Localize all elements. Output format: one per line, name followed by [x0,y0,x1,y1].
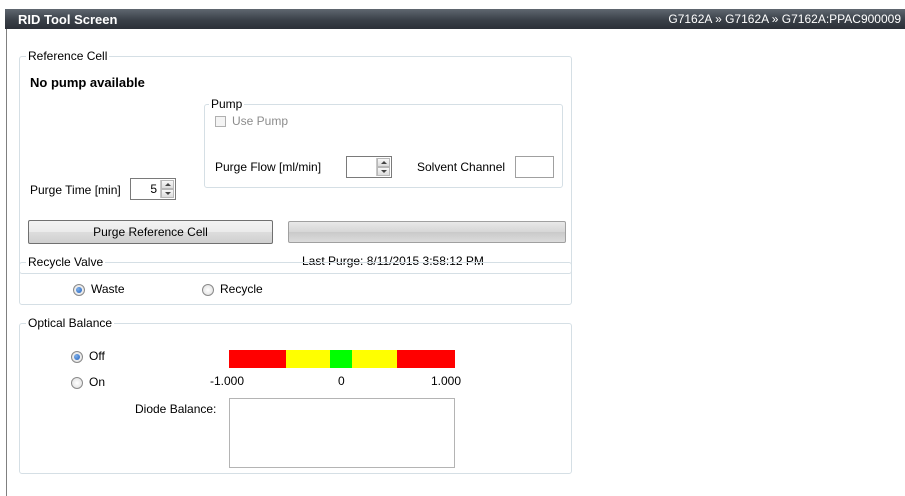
purge-time-down-button[interactable] [161,189,174,198]
purge-time-stepper[interactable]: 5 [130,178,176,200]
window-title: RID Tool Screen [18,12,118,27]
balance-scale-max: 1.000 [431,374,462,388]
optical-balance-on-label: On [89,375,106,389]
use-pump-label: Use Pump [232,114,289,128]
purge-flow-down-button[interactable] [377,167,390,176]
purge-reference-cell-button[interactable]: Purge Reference Cell [28,220,273,244]
balance-scale-mid: 0 [338,374,345,388]
purge-flow-label: Purge Flow [ml/min] [215,160,322,174]
recycle-radio[interactable] [202,284,214,296]
waste-radio[interactable] [73,284,85,296]
waste-label: Waste [91,282,125,296]
recycle-valve-group: Recycle Valve Waste Recycle [19,255,572,305]
title-bar: RID Tool Screen G7162A » G7162A » G7162A… [5,9,905,29]
purge-time-value: 5 [150,182,157,196]
pump-group: Pump Use Pump Purge Flow [ml/min] Solven… [204,97,563,188]
reference-cell-legend: Reference Cell [26,49,110,64]
balance-scale-min: -1.000 [210,374,245,388]
main-panel: Reference Cell No pump available Pump Us… [6,29,905,496]
diode-balance-label: Diode Balance: [135,402,217,416]
optical-balance-on-radio[interactable] [71,377,83,389]
reference-cell-group: Reference Cell No pump available Pump Us… [19,49,572,274]
solvent-channel-field[interactable] [515,156,554,178]
recycle-valve-legend: Recycle Valve [26,255,106,270]
optical-balance-group: Optical Balance Off On -1.000 0 1.000 Di… [19,316,572,474]
balance-indicator-bar [229,350,455,368]
optical-balance-off-label: Off [89,349,105,363]
balance-yellow-right [352,350,397,368]
diode-balance-field [229,398,455,468]
recycle-label: Recycle [220,282,263,296]
purge-flow-up-button[interactable] [377,158,390,167]
balance-red-left [229,350,286,368]
purge-time-up-button[interactable] [161,180,174,189]
balance-green-center [330,350,352,368]
pump-status-text: No pump available [30,75,145,90]
breadcrumb: G7162A » G7162A » G7162A:PPAC900009 [668,12,901,26]
purge-time-label: Purge Time [min] [30,183,121,197]
balance-red-right [397,350,455,368]
optical-balance-legend: Optical Balance [26,316,115,331]
solvent-channel-label: Solvent Channel [417,160,506,174]
use-pump-checkbox[interactable] [215,116,226,127]
purge-flow-stepper[interactable] [346,156,392,178]
pump-legend: Pump [209,97,245,112]
balance-yellow-left [286,350,330,368]
optical-balance-off-radio[interactable] [71,351,83,363]
purge-progress-bar [288,221,566,243]
